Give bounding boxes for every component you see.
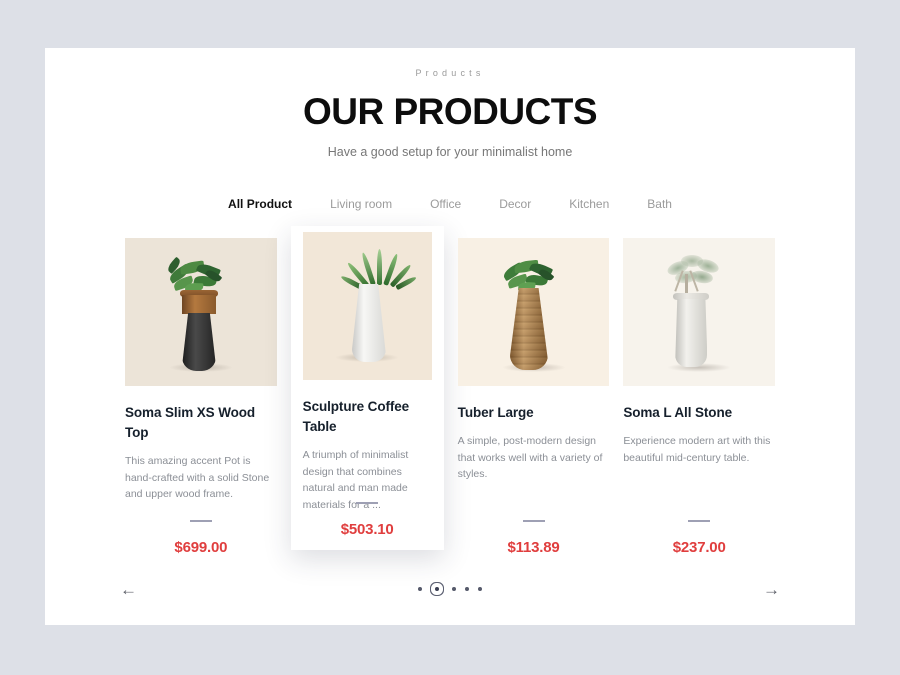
carousel-pagination — [137, 587, 763, 591]
product-price: $503.10 — [340, 521, 394, 538]
pagination-dot[interactable] — [452, 587, 456, 591]
product-description: A simple, post-modern design that works … — [457, 434, 603, 481]
product-name: Tuber Large — [457, 405, 534, 420]
product-card-featured[interactable]: Sculpture Coffee Table A triumph of mini… — [290, 226, 444, 550]
pagination-dot[interactable] — [478, 587, 482, 591]
pagination-dot-active[interactable] — [435, 587, 439, 591]
product-image — [125, 238, 277, 386]
prev-arrow-icon[interactable]: ← — [120, 581, 137, 598]
product-image — [457, 238, 610, 386]
category-tabs: All Product Living room Office Decor Kit… — [45, 197, 855, 211]
tab-office[interactable]: Office — [430, 197, 461, 211]
price-divider — [356, 502, 379, 504]
carousel-footer: ← → — [45, 553, 855, 625]
tab-living-room[interactable]: Living room — [330, 197, 392, 211]
product-showcase-panel: Products OUR PRODUCTS Have a good setup … — [45, 48, 855, 625]
pagination-dot[interactable] — [418, 587, 422, 591]
price-divider — [688, 520, 711, 522]
product-card[interactable]: Tuber Large A simple, post-modern design… — [457, 232, 610, 562]
product-name: Sculpture Coffee Table — [302, 399, 410, 434]
next-arrow-icon[interactable]: → — [763, 581, 780, 598]
tab-kitchen[interactable]: Kitchen — [569, 197, 609, 211]
product-card-list: Soma Slim XS Wood Top This amazing accen… — [45, 226, 855, 562]
pagination-dot[interactable] — [465, 587, 469, 591]
tab-all-product[interactable]: All Product — [228, 197, 292, 211]
page-subtitle: Have a good setup for your minimalist ho… — [327, 145, 573, 159]
product-name: Soma Slim XS Wood Top — [125, 405, 256, 440]
product-image — [623, 238, 776, 386]
tab-bath[interactable]: Bath — [647, 197, 672, 211]
page-title: OUR PRODUCTS — [302, 91, 598, 132]
product-image — [302, 232, 432, 380]
eyebrow-label: Products — [415, 68, 485, 78]
product-card[interactable]: Soma L All Stone Experience modern art w… — [623, 232, 776, 562]
product-description: Experience modern art with this beautifu… — [623, 434, 771, 464]
product-description: This amazing accent Pot is hand-crafted … — [125, 454, 270, 501]
product-name: Soma L All Stone — [623, 405, 733, 420]
price-divider — [189, 520, 212, 522]
product-card[interactable]: Soma Slim XS Wood Top This amazing accen… — [125, 232, 277, 562]
tab-decor[interactable]: Decor — [499, 197, 531, 211]
price-divider — [522, 520, 545, 522]
